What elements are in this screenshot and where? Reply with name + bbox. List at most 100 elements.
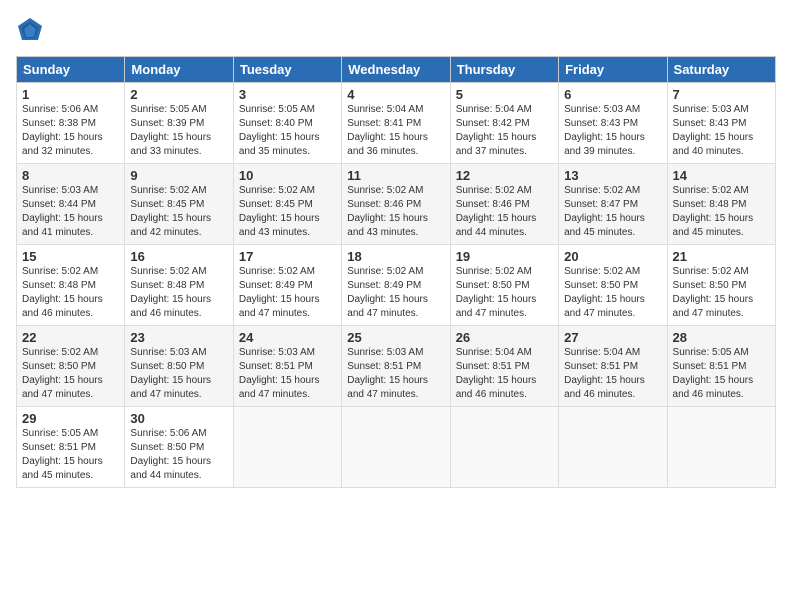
day-number: 23 [130,330,227,345]
day-info: Sunrise: 5:02 AM Sunset: 8:45 PM Dayligh… [130,184,227,240]
day-number: 8 [22,168,119,183]
day-info: Sunrise: 5:05 AM Sunset: 8:51 PM Dayligh… [22,427,119,483]
calendar-cell: 11 Sunrise: 5:02 AM Sunset: 8:46 PM Dayl… [342,164,450,245]
day-info: Sunrise: 5:02 AM Sunset: 8:48 PM Dayligh… [673,184,770,240]
day-number: 15 [22,249,119,264]
day-info: Sunrise: 5:05 AM Sunset: 8:40 PM Dayligh… [239,103,336,159]
day-info: Sunrise: 5:02 AM Sunset: 8:50 PM Dayligh… [564,265,661,321]
calendar-cell: 4 Sunrise: 5:04 AM Sunset: 8:41 PM Dayli… [342,83,450,164]
calendar-cell: 29 Sunrise: 5:05 AM Sunset: 8:51 PM Dayl… [17,407,125,488]
day-info: Sunrise: 5:04 AM Sunset: 8:51 PM Dayligh… [564,346,661,402]
day-info: Sunrise: 5:03 AM Sunset: 8:50 PM Dayligh… [130,346,227,402]
day-info: Sunrise: 5:06 AM Sunset: 8:38 PM Dayligh… [22,103,119,159]
day-number: 9 [130,168,227,183]
day-header-thursday: Thursday [450,57,558,83]
calendar-week-row: 29 Sunrise: 5:05 AM Sunset: 8:51 PM Dayl… [17,407,776,488]
day-number: 14 [673,168,770,183]
day-number: 7 [673,87,770,102]
day-info: Sunrise: 5:02 AM Sunset: 8:48 PM Dayligh… [130,265,227,321]
day-info: Sunrise: 5:02 AM Sunset: 8:45 PM Dayligh… [239,184,336,240]
page-header [16,16,776,44]
day-number: 22 [22,330,119,345]
day-header-wednesday: Wednesday [342,57,450,83]
calendar-cell [233,407,341,488]
calendar-cell: 20 Sunrise: 5:02 AM Sunset: 8:50 PM Dayl… [559,245,667,326]
day-header-friday: Friday [559,57,667,83]
calendar-cell: 23 Sunrise: 5:03 AM Sunset: 8:50 PM Dayl… [125,326,233,407]
calendar-cell: 25 Sunrise: 5:03 AM Sunset: 8:51 PM Dayl… [342,326,450,407]
day-info: Sunrise: 5:02 AM Sunset: 8:50 PM Dayligh… [456,265,553,321]
day-info: Sunrise: 5:03 AM Sunset: 8:44 PM Dayligh… [22,184,119,240]
day-header-monday: Monday [125,57,233,83]
calendar-cell: 8 Sunrise: 5:03 AM Sunset: 8:44 PM Dayli… [17,164,125,245]
calendar-cell: 24 Sunrise: 5:03 AM Sunset: 8:51 PM Dayl… [233,326,341,407]
calendar-cell: 13 Sunrise: 5:02 AM Sunset: 8:47 PM Dayl… [559,164,667,245]
day-info: Sunrise: 5:02 AM Sunset: 8:49 PM Dayligh… [347,265,444,321]
calendar-table: SundayMondayTuesdayWednesdayThursdayFrid… [16,56,776,488]
calendar-week-row: 8 Sunrise: 5:03 AM Sunset: 8:44 PM Dayli… [17,164,776,245]
calendar-cell [342,407,450,488]
day-info: Sunrise: 5:02 AM Sunset: 8:49 PM Dayligh… [239,265,336,321]
calendar-cell: 6 Sunrise: 5:03 AM Sunset: 8:43 PM Dayli… [559,83,667,164]
calendar-cell: 2 Sunrise: 5:05 AM Sunset: 8:39 PM Dayli… [125,83,233,164]
day-number: 21 [673,249,770,264]
day-number: 12 [456,168,553,183]
day-number: 11 [347,168,444,183]
calendar-cell: 9 Sunrise: 5:02 AM Sunset: 8:45 PM Dayli… [125,164,233,245]
calendar-week-row: 22 Sunrise: 5:02 AM Sunset: 8:50 PM Dayl… [17,326,776,407]
day-info: Sunrise: 5:02 AM Sunset: 8:46 PM Dayligh… [456,184,553,240]
day-number: 25 [347,330,444,345]
calendar-cell: 5 Sunrise: 5:04 AM Sunset: 8:42 PM Dayli… [450,83,558,164]
day-header-saturday: Saturday [667,57,775,83]
calendar-cell: 10 Sunrise: 5:02 AM Sunset: 8:45 PM Dayl… [233,164,341,245]
calendar-cell: 19 Sunrise: 5:02 AM Sunset: 8:50 PM Dayl… [450,245,558,326]
day-info: Sunrise: 5:06 AM Sunset: 8:50 PM Dayligh… [130,427,227,483]
day-number: 3 [239,87,336,102]
day-info: Sunrise: 5:05 AM Sunset: 8:51 PM Dayligh… [673,346,770,402]
day-info: Sunrise: 5:05 AM Sunset: 8:39 PM Dayligh… [130,103,227,159]
logo-icon [16,16,44,44]
calendar-cell [559,407,667,488]
day-number: 19 [456,249,553,264]
day-number: 10 [239,168,336,183]
calendar-cell: 30 Sunrise: 5:06 AM Sunset: 8:50 PM Dayl… [125,407,233,488]
calendar-cell: 27 Sunrise: 5:04 AM Sunset: 8:51 PM Dayl… [559,326,667,407]
day-number: 17 [239,249,336,264]
calendar-cell: 3 Sunrise: 5:05 AM Sunset: 8:40 PM Dayli… [233,83,341,164]
logo [16,16,48,44]
calendar-cell [450,407,558,488]
calendar-cell: 15 Sunrise: 5:02 AM Sunset: 8:48 PM Dayl… [17,245,125,326]
calendar-cell: 7 Sunrise: 5:03 AM Sunset: 8:43 PM Dayli… [667,83,775,164]
calendar-cell [667,407,775,488]
day-info: Sunrise: 5:03 AM Sunset: 8:43 PM Dayligh… [673,103,770,159]
day-number: 29 [22,411,119,426]
day-info: Sunrise: 5:04 AM Sunset: 8:41 PM Dayligh… [347,103,444,159]
day-number: 16 [130,249,227,264]
day-header-tuesday: Tuesday [233,57,341,83]
calendar-cell: 14 Sunrise: 5:02 AM Sunset: 8:48 PM Dayl… [667,164,775,245]
calendar-cell: 12 Sunrise: 5:02 AM Sunset: 8:46 PM Dayl… [450,164,558,245]
day-info: Sunrise: 5:02 AM Sunset: 8:48 PM Dayligh… [22,265,119,321]
calendar-cell: 28 Sunrise: 5:05 AM Sunset: 8:51 PM Dayl… [667,326,775,407]
day-number: 26 [456,330,553,345]
calendar-cell: 18 Sunrise: 5:02 AM Sunset: 8:49 PM Dayl… [342,245,450,326]
day-number: 2 [130,87,227,102]
day-number: 6 [564,87,661,102]
day-number: 24 [239,330,336,345]
day-info: Sunrise: 5:02 AM Sunset: 8:47 PM Dayligh… [564,184,661,240]
day-header-sunday: Sunday [17,57,125,83]
day-info: Sunrise: 5:04 AM Sunset: 8:42 PM Dayligh… [456,103,553,159]
day-number: 13 [564,168,661,183]
day-info: Sunrise: 5:02 AM Sunset: 8:50 PM Dayligh… [22,346,119,402]
calendar-cell: 17 Sunrise: 5:02 AM Sunset: 8:49 PM Dayl… [233,245,341,326]
day-number: 18 [347,249,444,264]
day-info: Sunrise: 5:02 AM Sunset: 8:46 PM Dayligh… [347,184,444,240]
calendar-week-row: 1 Sunrise: 5:06 AM Sunset: 8:38 PM Dayli… [17,83,776,164]
calendar-cell: 16 Sunrise: 5:02 AM Sunset: 8:48 PM Dayl… [125,245,233,326]
calendar-cell: 22 Sunrise: 5:02 AM Sunset: 8:50 PM Dayl… [17,326,125,407]
day-info: Sunrise: 5:03 AM Sunset: 8:51 PM Dayligh… [239,346,336,402]
day-info: Sunrise: 5:02 AM Sunset: 8:50 PM Dayligh… [673,265,770,321]
calendar-header-row: SundayMondayTuesdayWednesdayThursdayFrid… [17,57,776,83]
day-info: Sunrise: 5:04 AM Sunset: 8:51 PM Dayligh… [456,346,553,402]
day-number: 5 [456,87,553,102]
